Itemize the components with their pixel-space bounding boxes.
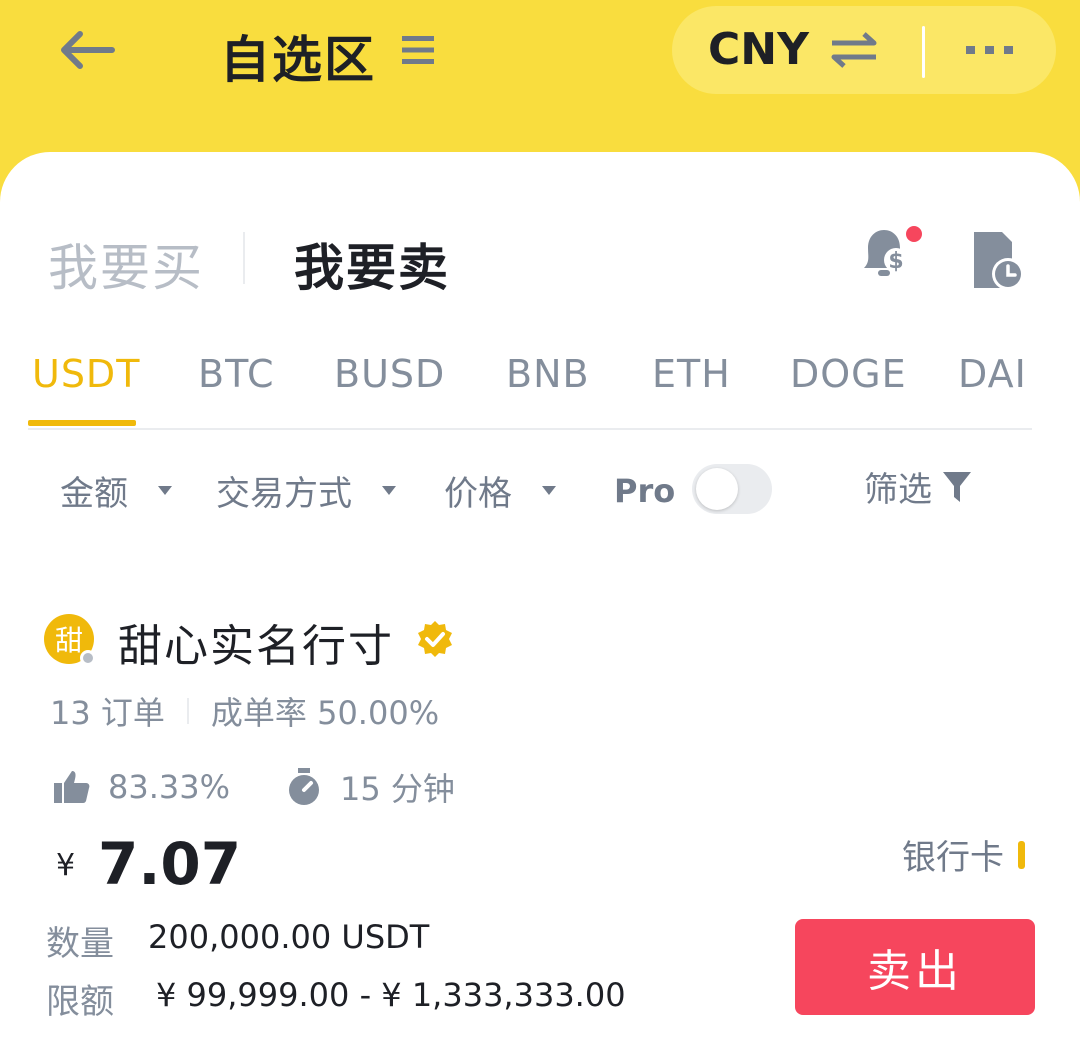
arrow-left-icon [61,31,115,69]
coin-tab-btc[interactable]: BTC [198,352,275,396]
tab-buy[interactable]: 我要买 [48,228,204,300]
timer-icon [284,767,324,807]
merchant-stats: 13 订单 成单率 50.00% [50,688,439,734]
pay-time: 15 分钟 [284,764,455,810]
payment-method: 银行卡 [902,830,1025,879]
avatar-initial: 甜 [54,624,83,657]
coin-tab-doge[interactable]: DOGE [790,352,907,396]
filter-bar: 金额 交易方式 价格 Pro 筛选 [0,462,1080,522]
positive-rate: 83.33% [108,768,231,806]
notification-dot [906,226,922,242]
app-header: 自选区 CNY [0,0,1080,160]
fiat-currency[interactable]: CNY [708,24,809,75]
merchant-avatar[interactable]: 甜 [44,614,96,666]
merchant-name[interactable]: 甜心实名行寸 [118,610,394,674]
order-count: 13 订单 [50,694,165,732]
funnel-icon [943,471,971,502]
price-alert-button[interactable]: $ [856,222,926,292]
pro-toggle[interactable] [692,464,772,514]
pill-divider [922,26,925,78]
caret-down-icon [542,486,556,495]
active-tab-indicator [28,420,136,426]
caret-down-icon [158,486,172,495]
swap-arrows-icon [831,32,877,68]
order-history-icon [974,232,1024,290]
tab-divider [243,232,245,284]
main-card: 我要买 我要卖 $ USDT BTC BUSD BNB ETH DOGE DAI… [0,152,1080,1057]
tab-sell[interactable]: 我要卖 [294,228,450,300]
title-menu-button[interactable] [400,32,436,68]
sell-button[interactable]: 卖出 [795,919,1035,1015]
pay-time-value: 15 分钟 [340,770,455,808]
coin-tab-eth[interactable]: ETH [652,352,731,396]
back-button[interactable] [56,24,120,76]
payment-method-filter[interactable]: 交易方式 [216,466,396,515]
bell-dollar-icon: $ [864,226,922,276]
more-button[interactable] [964,32,1016,68]
quantity-label: 数量 [46,924,114,964]
verified-badge-icon [416,620,454,658]
more-dots-icon [966,46,1013,54]
amount-filter[interactable]: 金额 [60,466,172,515]
price-filter-label: 价格 [444,474,512,514]
quantity-value: 200,000.00 USDT [148,918,430,956]
unit-price: 7.07 [98,830,242,898]
order-history-button[interactable] [968,230,1028,292]
payment-method-filter-label: 交易方式 [216,474,352,514]
coin-tab-busd[interactable]: BUSD [334,352,445,396]
currency-pill: CNY [672,6,1056,94]
svg-text:$: $ [888,249,903,274]
stats-divider [186,698,189,724]
coin-tab-dai[interactable]: DAI [958,352,1027,396]
coin-tab-bnb[interactable]: BNB [506,352,590,396]
toggle-knob [696,468,738,510]
coin-tab-usdt[interactable]: USDT [32,352,140,396]
online-status-dot [80,650,96,666]
filter-button[interactable]: 筛选 [864,462,972,511]
rating-row: 83.33% 15 分钟 [52,764,455,810]
caret-down-icon [382,486,396,495]
coin-tabs: USDT BTC BUSD BNB ETH DOGE DAI [28,348,1032,430]
pro-label: Pro [614,472,676,510]
payment-method-label: 银行卡 [902,838,1004,878]
price-filter[interactable]: 价格 [444,466,556,515]
limit-label: 限额 [46,982,114,1022]
filter-button-label: 筛选 [864,470,932,510]
price-currency-symbol: ¥ [56,848,76,883]
amount-filter-label: 金额 [60,474,128,514]
payment-method-marker [1018,840,1025,869]
limit-value: ¥ 99,999.00 - ¥ 1,333,333.00 [156,976,626,1014]
completion-rate: 成单率 50.00% [210,694,440,732]
currency-swap-button[interactable] [828,28,880,72]
page-title: 自选区 [220,31,376,89]
hamburger-icon [402,36,434,64]
thumbs-up-icon [52,767,92,807]
